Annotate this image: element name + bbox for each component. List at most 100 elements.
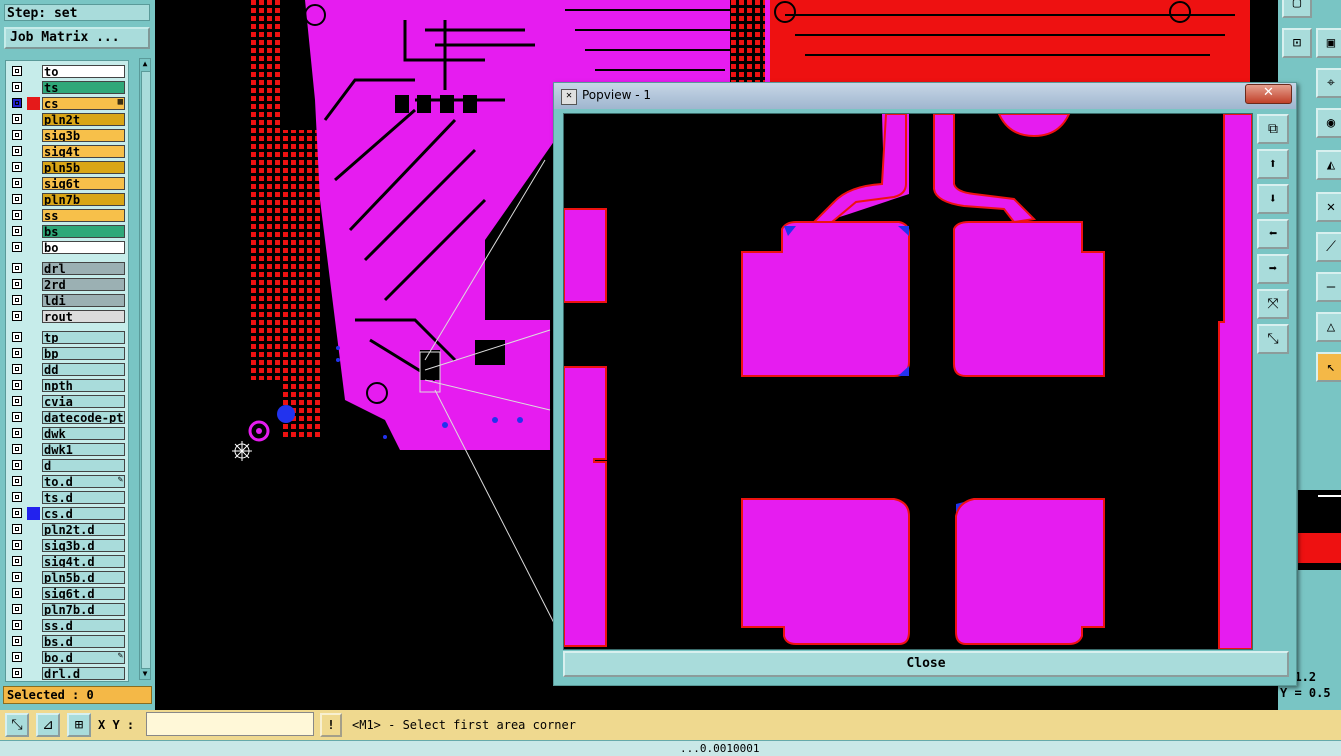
- layer-color-swatch[interactable]: [27, 262, 40, 275]
- layer-row[interactable]: pln2t: [6, 112, 128, 127]
- popview-pan-left-icon[interactable]: ⬅: [1257, 219, 1289, 249]
- tool-icon-5[interactable]: ◭: [1316, 150, 1341, 180]
- layer-checkbox[interactable]: [12, 428, 22, 438]
- layer-color-swatch[interactable]: [27, 347, 40, 360]
- layer-color-swatch[interactable]: [27, 459, 40, 472]
- layer-color-swatch[interactable]: [27, 193, 40, 206]
- layer-color-swatch[interactable]: [27, 443, 40, 456]
- popview-zoom-out-icon[interactable]: ⤡: [1257, 324, 1289, 354]
- layer-color-swatch[interactable]: [27, 145, 40, 158]
- popview-pan-down-icon[interactable]: ⬇: [1257, 184, 1289, 214]
- layer-checkbox[interactable]: [12, 332, 22, 342]
- layer-row[interactable]: pln7b: [6, 192, 128, 207]
- layer-row[interactable]: sig3b: [6, 128, 128, 143]
- layer-color-swatch[interactable]: [27, 161, 40, 174]
- layer-row[interactable]: pln2t.d: [6, 522, 128, 537]
- layer-color-swatch[interactable]: [27, 507, 40, 520]
- tool-icon-1[interactable]: ▢: [1282, 0, 1312, 18]
- layer-row[interactable]: dd: [6, 362, 128, 377]
- layer-checkbox[interactable]: [12, 604, 22, 614]
- layer-color-swatch[interactable]: [27, 225, 40, 238]
- layer-row[interactable]: to.d ✎: [6, 474, 128, 489]
- layer-row[interactable]: sig6t: [6, 176, 128, 191]
- layer-row[interactable]: d: [6, 458, 128, 473]
- popview-titlebar[interactable]: ✕ Popview - 1 ✕: [554, 83, 1296, 109]
- layer-color-swatch[interactable]: [27, 395, 40, 408]
- layer-checkbox[interactable]: [12, 524, 22, 534]
- layer-checkbox[interactable]: [12, 82, 22, 92]
- layer-checkbox[interactable]: [12, 412, 22, 422]
- layer-checkbox[interactable]: [12, 508, 22, 518]
- layer-row[interactable]: bs.d: [6, 634, 128, 649]
- layer-color-swatch[interactable]: [27, 555, 40, 568]
- tool-icon-6[interactable]: ✕: [1316, 192, 1341, 222]
- layer-color-swatch[interactable]: [27, 363, 40, 376]
- layer-checkbox[interactable]: [12, 178, 22, 188]
- popview-pan-up-icon[interactable]: ⬆: [1257, 149, 1289, 179]
- tool-icon-9[interactable]: △: [1316, 312, 1341, 342]
- layer-checkbox[interactable]: [12, 130, 22, 140]
- layer-color-swatch[interactable]: [27, 113, 40, 126]
- layer-row[interactable]: datecode-ptc: [6, 410, 128, 425]
- layer-color-swatch[interactable]: [27, 177, 40, 190]
- layer-checkbox[interactable]: [12, 295, 22, 305]
- layer-checkbox[interactable]: [12, 194, 22, 204]
- job-matrix-button[interactable]: Job Matrix ...: [4, 27, 150, 49]
- layer-checkbox[interactable]: [12, 210, 22, 220]
- popview-zoom-in-icon[interactable]: ⤧: [1257, 289, 1289, 319]
- layer-checkbox[interactable]: [12, 279, 22, 289]
- close-icon[interactable]: ✕: [1245, 84, 1292, 104]
- layer-color-swatch[interactable]: [27, 411, 40, 424]
- layer-color-swatch[interactable]: [27, 491, 40, 504]
- layer-color-swatch[interactable]: [27, 475, 40, 488]
- select-arrow-icon[interactable]: ↖: [1316, 352, 1341, 382]
- layer-row[interactable]: cs.d: [6, 506, 128, 521]
- tool-icon-2[interactable]: ▣: [1316, 28, 1341, 58]
- layer-color-swatch[interactable]: [27, 427, 40, 440]
- layer-checkbox[interactable]: [12, 476, 22, 486]
- layer-row[interactable]: bs: [6, 224, 128, 239]
- layer-row[interactable]: ldi: [6, 293, 128, 308]
- layer-row[interactable]: dwk: [6, 426, 128, 441]
- tool-icon-4[interactable]: ◉: [1316, 108, 1341, 138]
- layer-checkbox[interactable]: [12, 162, 22, 172]
- layer-color-swatch[interactable]: [27, 619, 40, 632]
- layer-row[interactable]: rout: [6, 309, 128, 324]
- tool-icon-3[interactable]: ⌖: [1316, 68, 1341, 98]
- popview-close-button[interactable]: Close: [563, 651, 1289, 677]
- layer-checkbox[interactable]: [12, 380, 22, 390]
- measure-icon[interactable]: ⊿: [36, 713, 60, 737]
- layer-checkbox[interactable]: [12, 226, 22, 236]
- layer-checkbox[interactable]: [12, 444, 22, 454]
- layer-checkbox[interactable]: [12, 396, 22, 406]
- layer-row[interactable]: cvia: [6, 394, 128, 409]
- layer-checkbox[interactable]: [12, 668, 22, 678]
- layer-color-swatch[interactable]: [27, 310, 40, 323]
- layer-row[interactable]: ts.d: [6, 490, 128, 505]
- popview-zoom-icon[interactable]: ⧉: [1257, 114, 1289, 144]
- layer-color-swatch[interactable]: [27, 587, 40, 600]
- layer-color-swatch[interactable]: [27, 241, 40, 254]
- layer-checkbox[interactable]: [12, 556, 22, 566]
- layer-row[interactable]: sig4t: [6, 144, 128, 159]
- layer-checkbox[interactable]: [12, 66, 22, 76]
- layer-color-swatch[interactable]: [27, 81, 40, 94]
- layer-color-swatch[interactable]: [27, 278, 40, 291]
- popview-canvas[interactable]: .mp{fill:#e61cf0;stroke:#ee1111;stroke-w…: [563, 113, 1253, 650]
- layer-row[interactable]: pln7b.d: [6, 602, 128, 617]
- tool-icon-7[interactable]: ⟋: [1316, 232, 1341, 262]
- layer-color-swatch[interactable]: [27, 129, 40, 142]
- layer-checkbox[interactable]: [12, 636, 22, 646]
- layer-row[interactable]: sig3b.d: [6, 538, 128, 553]
- layer-checkbox[interactable]: [12, 460, 22, 470]
- popview-pan-right-icon[interactable]: ➡: [1257, 254, 1289, 284]
- layer-checkbox[interactable]: [12, 263, 22, 273]
- layer-checkbox[interactable]: [12, 348, 22, 358]
- layer-checkbox[interactable]: [12, 98, 22, 108]
- layer-color-swatch[interactable]: [27, 603, 40, 616]
- layer-row[interactable]: ts: [6, 80, 128, 95]
- layer-row[interactable]: ss.d: [6, 618, 128, 633]
- layer-checkbox[interactable]: [12, 540, 22, 550]
- info-button[interactable]: !: [320, 713, 342, 737]
- layer-checkbox[interactable]: [12, 652, 22, 662]
